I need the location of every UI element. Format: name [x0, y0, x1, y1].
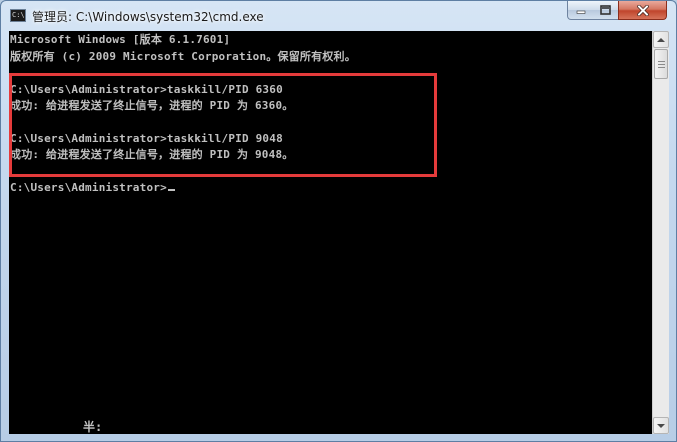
- console-output[interactable]: Microsoft Windows [版本 6.1.7601] 版权所有 (c)…: [9, 31, 652, 434]
- minimize-icon: [576, 10, 585, 14]
- window-title: 管理员: C:\Windows\system32\cmd.exe: [32, 10, 264, 24]
- console-line: 成功: 给进程发送了终止信号，进程的 PID 为 9048。: [10, 148, 294, 161]
- maximize-button[interactable]: [593, 1, 619, 20]
- cmd-window: C:\ 管理员: C:\Windows\system32\cmd.exe Mic…: [0, 0, 677, 442]
- title-bar[interactable]: C:\ 管理员: C:\Windows\system32\cmd.exe: [1, 1, 676, 31]
- grip-line: [658, 67, 665, 68]
- scroll-thumb[interactable]: [654, 49, 668, 79]
- close-button[interactable]: [618, 1, 667, 20]
- vertical-scrollbar[interactable]: [652, 31, 669, 434]
- console-prompt: C:\Users\Administrator>: [10, 181, 167, 194]
- grip-line: [658, 64, 665, 65]
- console-prompt-line[interactable]: C:\Users\Administrator>: [10, 181, 175, 195]
- text-cursor: [167, 189, 175, 191]
- console-line: Microsoft Windows [版本 6.1.7601]: [10, 33, 231, 46]
- console-icon[interactable]: C:\: [10, 9, 26, 22]
- chevron-down-icon: [657, 423, 665, 428]
- scroll-down-button[interactable]: [653, 417, 669, 434]
- console-line: C:\Users\Administrator>taskkill/PID 6360: [10, 83, 283, 96]
- grip-line: [658, 61, 665, 62]
- scroll-up-button[interactable]: [653, 31, 669, 48]
- ime-status: 半:: [83, 420, 103, 434]
- console-line: 版权所有 (c) 2009 Microsoft Corporation。保留所有…: [10, 50, 356, 63]
- chevron-up-icon: [657, 37, 665, 42]
- close-icon: [636, 4, 649, 16]
- maximize-icon: [600, 5, 611, 15]
- minimize-button[interactable]: [567, 1, 594, 20]
- console-line: 成功: 给进程发送了终止信号，进程的 PID 为 6360。: [10, 99, 294, 112]
- console-line: C:\Users\Administrator>taskkill/PID 9048: [10, 132, 283, 145]
